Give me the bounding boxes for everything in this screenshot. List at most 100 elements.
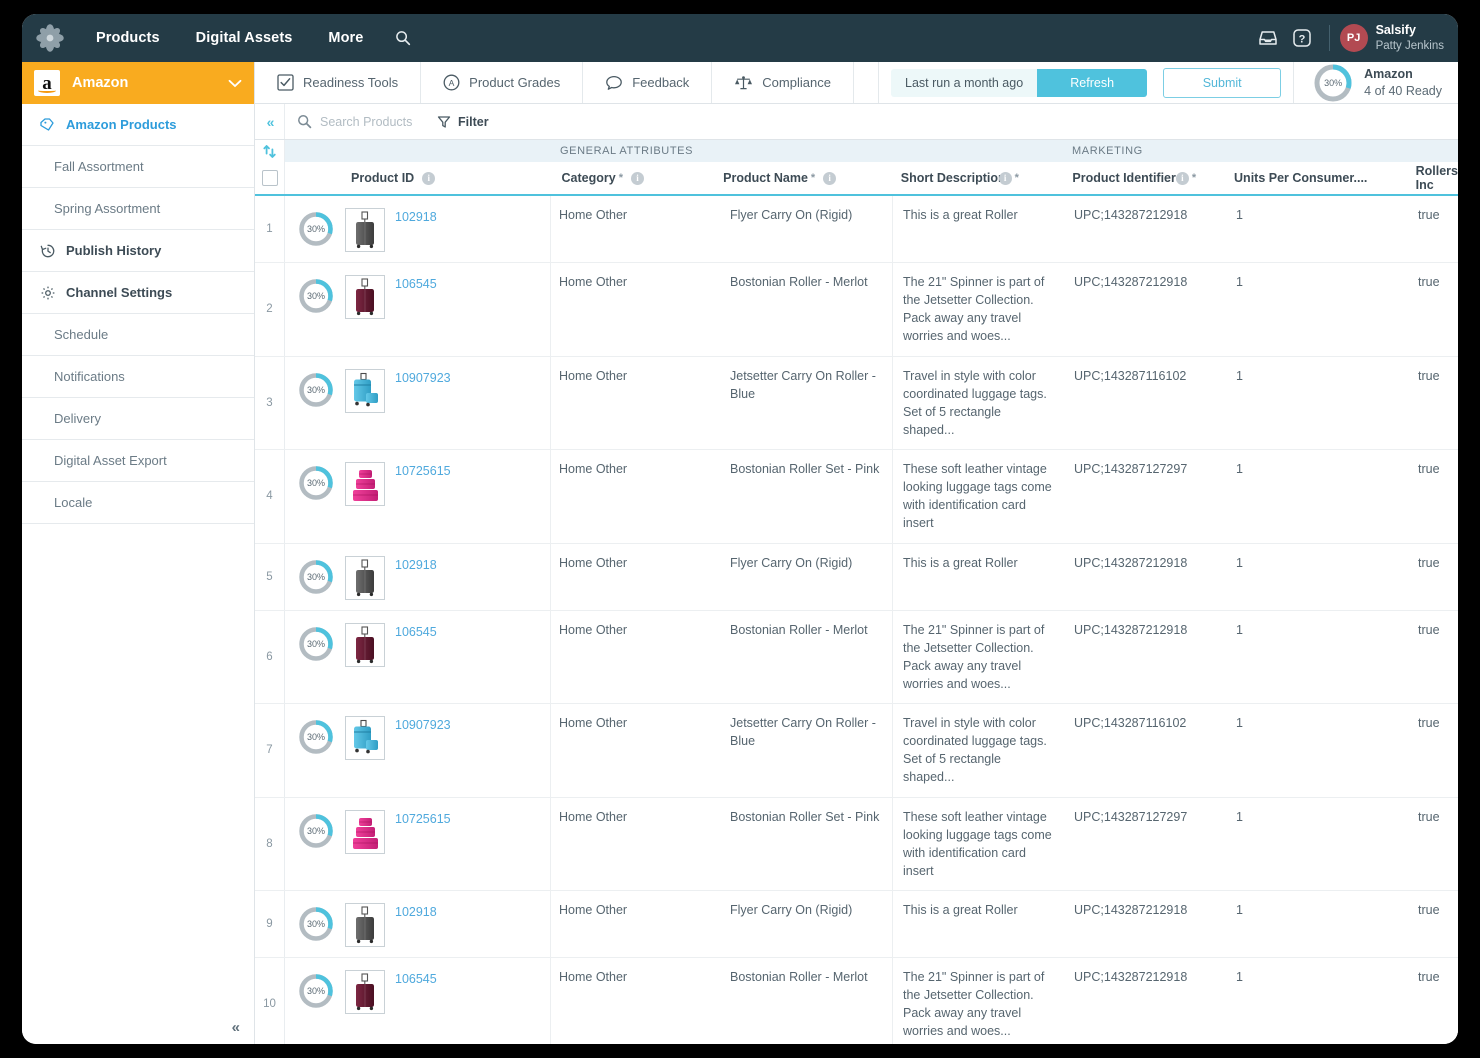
sidebar-item-fall-assortment[interactable]: Fall Assortment xyxy=(22,146,254,188)
cell-short-description[interactable]: The 21" Spinner is part of the Jetsetter… xyxy=(892,958,1064,1044)
select-all-checkbox[interactable] xyxy=(255,162,285,194)
cell-rollers-included[interactable]: true xyxy=(1410,450,1458,543)
filter-button[interactable]: Filter xyxy=(437,115,489,129)
tab-product-grades[interactable]: A Product Grades xyxy=(421,62,584,103)
cell-category[interactable]: Home Other xyxy=(550,263,722,356)
cell-units-per-consumer[interactable]: 1 xyxy=(1230,357,1410,450)
suitcase-gray-thumbnail[interactable] xyxy=(345,903,385,947)
cell-rollers-included[interactable]: true xyxy=(1410,611,1458,704)
nav-search-icon[interactable] xyxy=(381,30,425,46)
product-id-link[interactable]: 10907923 xyxy=(395,367,451,385)
cell-rollers-included[interactable]: true xyxy=(1410,891,1458,957)
cell-units-per-consumer[interactable]: 1 xyxy=(1230,544,1410,610)
table-row[interactable]: 8 30% 10725615 Home Other Bostonian Roll… xyxy=(255,797,1458,891)
cell-category[interactable]: Home Other xyxy=(550,610,722,703)
cell-product-identifiers[interactable]: UPC;143287212918 xyxy=(1064,958,1230,1044)
sidebar-collapse-button[interactable]: « xyxy=(232,1019,240,1036)
suitcase-gray-thumbnail[interactable] xyxy=(345,555,385,600)
cell-category[interactable]: Home Other xyxy=(550,196,722,262)
cell-category[interactable]: Home Other xyxy=(550,891,722,957)
cell-rollers-included[interactable]: true xyxy=(1410,544,1458,610)
product-id-link[interactable]: 102918 xyxy=(395,901,437,919)
cell-product-id[interactable]: 30% 102918 xyxy=(285,196,550,262)
chevron-down-icon[interactable] xyxy=(228,79,242,88)
column-header-category[interactable]: Category * i xyxy=(550,162,722,194)
cell-product-id[interactable]: 30% 102918 xyxy=(285,891,550,957)
suitcase-merlot-thumbnail[interactable] xyxy=(345,970,385,1014)
product-id-link[interactable]: 106545 xyxy=(395,621,437,639)
cell-product-identifiers[interactable]: UPC;143287127297 xyxy=(1064,450,1230,543)
column-header-product-name[interactable]: Product Name * i xyxy=(721,162,891,194)
cell-product-id[interactable]: 30% 106545 xyxy=(285,958,550,1044)
cell-product-identifiers[interactable]: UPC;143287212918 xyxy=(1064,611,1230,704)
suitcase-gray-thumbnail[interactable] xyxy=(345,208,385,252)
cell-product-identifiers[interactable]: UPC;143287212918 xyxy=(1064,544,1230,610)
table-row[interactable]: 6 30% 106545 Home Other Bostonian Roller… xyxy=(255,610,1458,704)
product-id-link[interactable]: 10725615 xyxy=(395,460,451,478)
suitcase-blue-thumbnail[interactable] xyxy=(345,716,385,760)
info-icon[interactable]: i xyxy=(422,171,436,185)
cell-product-name[interactable]: Flyer Carry On (Rigid) xyxy=(722,544,892,610)
cell-short-description[interactable]: These soft leather vintage looking lugga… xyxy=(892,450,1064,543)
cell-short-description[interactable]: The 21" Spinner is part of the Jetsetter… xyxy=(892,610,1064,703)
cell-product-name[interactable]: Jetsetter Carry On Roller - Blue xyxy=(722,704,892,797)
sidebar-item-spring-assortment[interactable]: Spring Assortment xyxy=(22,188,254,230)
cell-category[interactable]: Home Other xyxy=(550,543,722,610)
cell-units-per-consumer[interactable]: 1 xyxy=(1230,196,1410,262)
inbox-icon[interactable] xyxy=(1251,21,1285,55)
column-header-product-id[interactable]: Product ID i xyxy=(285,162,550,194)
table-row[interactable]: 3 30% 10907923 Home Other Jetsetter Carr… xyxy=(255,356,1458,450)
cell-category[interactable]: Home Other xyxy=(550,704,722,797)
cell-product-id[interactable]: 30% 10907923 xyxy=(285,704,550,797)
cell-product-id[interactable]: 30% 106545 xyxy=(285,263,550,356)
cell-units-per-consumer[interactable]: 1 xyxy=(1230,450,1410,543)
cell-product-identifiers[interactable]: UPC;143287212918 xyxy=(1064,891,1230,957)
cell-product-name[interactable]: Bostonian Roller Set - Pink xyxy=(722,450,892,543)
info-icon[interactable]: i xyxy=(631,171,644,185)
suitcase-merlot-thumbnail[interactable] xyxy=(345,622,385,667)
transpose-arrows-icon[interactable] xyxy=(255,140,285,162)
cell-product-id[interactable]: 30% 10725615 xyxy=(285,798,550,891)
cell-product-id[interactable]: 30% 10907923 xyxy=(285,357,550,450)
suitcase-merlot-thumbnail[interactable] xyxy=(345,275,385,319)
cell-product-identifiers[interactable]: UPC;143287212918 xyxy=(1064,263,1230,356)
readiness-summary[interactable]: 30% Amazon 4 of 40 Ready xyxy=(1294,62,1458,103)
avatar[interactable]: PJ xyxy=(1339,24,1368,52)
cell-units-per-consumer[interactable]: 1 xyxy=(1230,611,1410,704)
cell-rollers-included[interactable]: true xyxy=(1410,958,1458,1044)
suitcase-blue-thumbnail[interactable] xyxy=(345,368,385,413)
help-icon[interactable]: ? xyxy=(1285,21,1319,55)
table-row[interactable]: 4 30% 10725615 Home Other Bostonian Roll… xyxy=(255,450,1458,544)
suitcase-pink-thumbnail[interactable] xyxy=(345,809,385,854)
cell-short-description[interactable]: This is a great Roller xyxy=(892,891,1064,957)
collapse-panel-button[interactable]: « xyxy=(255,104,285,139)
cell-category[interactable]: Home Other xyxy=(550,958,722,1044)
cell-rollers-included[interactable]: true xyxy=(1410,263,1458,356)
table-row[interactable]: 2 30% 106545 Home Other Bostonian Roller… xyxy=(255,263,1458,357)
column-header-product-identifiers[interactable]: Product Identifiers i * xyxy=(1062,162,1228,194)
product-id-link[interactable]: 10725615 xyxy=(395,808,451,826)
product-id-link[interactable]: 102918 xyxy=(395,206,437,224)
info-icon[interactable]: i xyxy=(1175,171,1189,185)
sidebar-item-schedule[interactable]: Schedule xyxy=(22,314,254,356)
refresh-button[interactable]: Refresh xyxy=(1037,68,1148,97)
cell-units-per-consumer[interactable]: 1 xyxy=(1230,891,1410,957)
sidebar-item-publish-history[interactable]: Publish History xyxy=(22,230,254,272)
cell-category[interactable]: Home Other xyxy=(550,797,722,890)
tab-compliance[interactable]: Compliance xyxy=(712,62,854,103)
cell-product-id[interactable]: 30% 102918 xyxy=(285,544,550,610)
cell-units-per-consumer[interactable]: 1 xyxy=(1230,958,1410,1044)
cell-product-identifiers[interactable]: UPC;143287127297 xyxy=(1064,798,1230,891)
cell-product-name[interactable]: Bostonian Roller - Merlot xyxy=(722,958,892,1044)
sidebar-item-locale[interactable]: Locale xyxy=(22,482,254,524)
table-row[interactable]: 7 30% 10907923 Home Other Jetsetter Carr… xyxy=(255,704,1458,798)
sidebar-item-digital-asset-export[interactable]: Digital Asset Export xyxy=(22,440,254,482)
cell-product-name[interactable]: Bostonian Roller - Merlot xyxy=(722,611,892,704)
table-row[interactable]: 1 30% 102918 Home Other Flyer Carry On (… xyxy=(255,196,1458,263)
cell-short-description[interactable]: These soft leather vintage looking lugga… xyxy=(892,797,1064,890)
cell-product-identifiers[interactable]: UPC;143287116102 xyxy=(1064,357,1230,450)
cell-product-identifiers[interactable]: UPC;143287212918 xyxy=(1064,196,1230,262)
nav-link-digital-assets[interactable]: Digital Assets xyxy=(178,30,311,46)
sidebar-item-channel-settings[interactable]: Channel Settings xyxy=(22,272,254,314)
info-icon[interactable]: i xyxy=(998,171,1012,185)
